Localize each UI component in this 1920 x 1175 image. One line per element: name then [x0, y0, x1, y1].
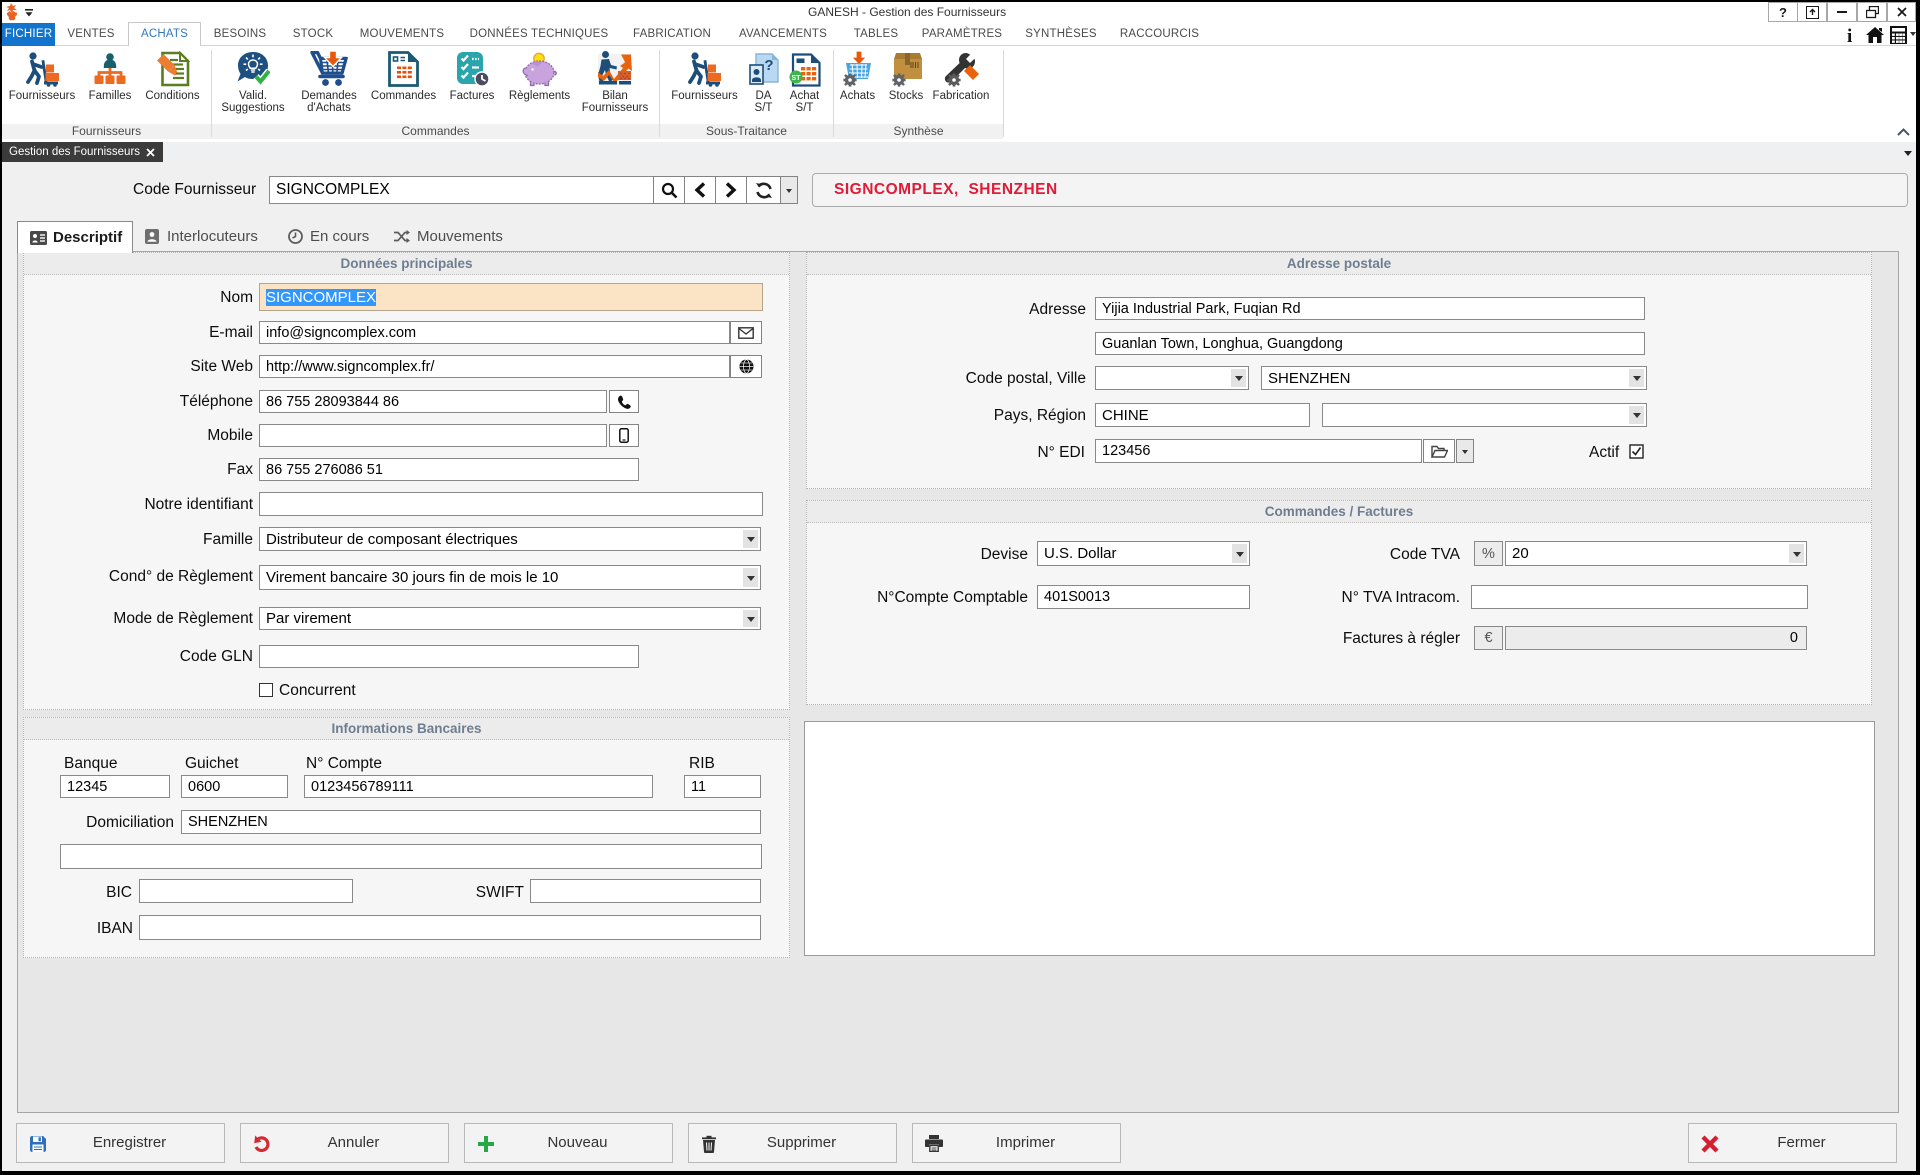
svg-text:ST: ST: [791, 75, 801, 82]
svg-text:?: ?: [1779, 6, 1787, 18]
svg-text:?: ?: [764, 57, 773, 74]
